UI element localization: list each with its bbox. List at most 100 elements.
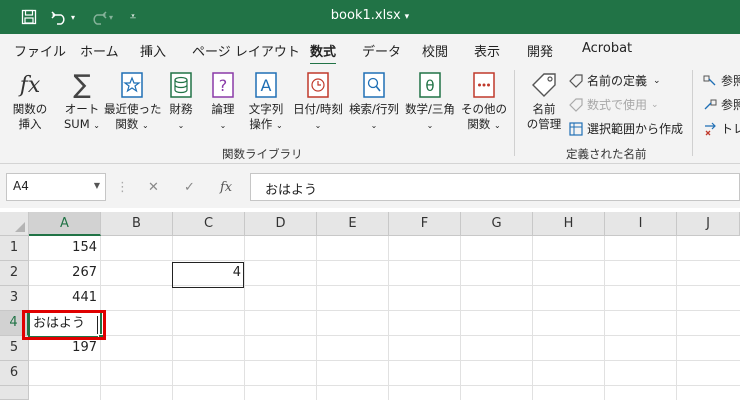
column-header-d[interactable]: D [245,212,317,236]
cell-c2[interactable]: 4 [173,261,245,286]
create-from-selection-button[interactable]: 選択範囲から作成 [568,120,683,137]
chevron-down-icon: ⌄ [219,121,227,130]
tab-review[interactable]: 校閲 [422,41,448,60]
defined-names-group-label: 定義された名前 [566,147,647,161]
file-name: book1.xlsx [330,8,401,23]
ribbon: fx 関数の 挿入 ∑ オート SUM ⌄ 最近使った 関数 ⌄ 財務 ⌄ ? 論理 ⌄ … [0,64,740,164]
lookup-reference-button[interactable]: 検索/行列 ⌄ [346,70,402,142]
chevron-down-icon: ⌄ [141,121,149,130]
tab-acrobat[interactable]: Acrobat [582,41,632,56]
row-header-7[interactable] [0,386,29,400]
select-all-corner[interactable] [0,212,29,236]
recently-used-button[interactable]: 最近使った 関数 ⌄ [104,70,162,142]
highlight-box [22,310,106,340]
name-box[interactable]: A4 ▼ [6,173,106,201]
trace-precedents-label: 参照 [721,74,740,88]
trace-dependents-button[interactable]: 参照 [702,96,740,113]
label-line1: 財務 [169,102,193,116]
svg-text:?: ? [219,76,228,95]
group-separator [514,70,515,156]
column-header-c[interactable]: C [173,212,245,236]
gridline [29,360,740,361]
tab-data[interactable]: データ [362,41,401,60]
tab-developer[interactable]: 開発 [527,41,553,60]
title-bar: ▾ ▾ ⩡ book1.xlsx ▾ [0,0,740,34]
question-book-icon: ? [208,70,238,100]
more-functions-button[interactable]: その他の 関数 ⌄ [458,70,510,142]
remove-arrows-button[interactable]: トレ [702,120,740,137]
trace-precedents-button[interactable]: 参照 [702,72,740,89]
enter-icon[interactable]: ✓ [184,180,195,195]
tab-insert[interactable]: 挿入 [140,41,166,60]
use-in-formula-button[interactable]: 数式で使用 ⌄ [568,96,659,113]
label-line2: 関数 [115,117,139,131]
column-header-b[interactable]: B [101,212,173,236]
column-header-j[interactable]: J [677,212,740,236]
insert-function-fx-icon[interactable]: fx [220,180,232,195]
search-book-icon [359,70,389,100]
chevron-down-icon[interactable]: ▾ [405,12,410,22]
more-book-icon [469,70,499,100]
use-in-formula-label: 数式で使用 [587,98,648,112]
column-header-i[interactable]: I [605,212,677,236]
name-tag-icon [529,70,559,100]
cell-a3[interactable]: 441 [29,286,101,311]
name-box-value: A4 [13,179,29,193]
insert-function-button[interactable]: fx 関数の 挿入 [4,70,56,142]
cell-a1[interactable]: 154 [29,236,101,261]
label-line1: 数学/三角 [405,102,455,116]
name-manager-button[interactable]: 名前 の管理 [520,70,568,142]
window-title: book1.xlsx ▾ [0,8,740,23]
column-header-e[interactable]: E [317,212,389,236]
column-header-f[interactable]: F [389,212,461,236]
clock-book-icon [303,70,333,100]
cancel-icon[interactable]: ✕ [148,180,159,195]
tab-formulas[interactable]: 数式 [310,41,337,66]
chevron-down-icon: ⌄ [275,121,283,130]
column-header-g[interactable]: G [461,212,533,236]
tab-view[interactable]: 表示 [474,41,500,60]
math-trig-button[interactable]: θ 数学/三角 ⌄ [402,70,458,142]
financial-button[interactable]: 財務 ⌄ [158,70,204,142]
formula-input[interactable]: おはよう [250,173,740,201]
fx-icon: fx [19,72,41,98]
column-header-a[interactable]: A [29,212,101,236]
label-line1: 関数の [12,102,48,116]
remove-arrows-label: トレ [721,122,740,136]
chevron-down-icon: ⌄ [653,75,661,86]
define-name-button[interactable]: 名前の定義 ⌄ [568,72,661,89]
tab-page-layout[interactable]: ページ レイアウト [192,41,300,60]
label-line1: 最近使った [104,102,162,116]
tab-file[interactable]: ファイル [14,41,66,60]
row-header-2[interactable]: 2 [0,261,29,286]
label-line2: SUM [64,117,90,131]
gridline [29,310,740,311]
column-header-h[interactable]: H [533,212,605,236]
function-library-group-label: 関数ライブラリ [222,147,303,161]
autosum-button[interactable]: ∑ オート SUM ⌄ [56,70,108,142]
chevron-down-icon: ⌄ [177,121,185,130]
svg-text:θ: θ [425,77,434,95]
group-separator [692,70,693,156]
formula-bar: A4 ▼ ⋮ ✕ ✓ fx おはよう [0,164,740,208]
text-functions-button[interactable]: A 文字列 操作 ⌄ [240,70,292,142]
cell-a2[interactable]: 267 [29,261,101,286]
coins-book-icon [166,70,196,100]
row-header-3[interactable]: 3 [0,286,29,311]
label-line2: の管理 [526,117,562,131]
gridline [29,385,740,386]
label-line1: 日付/時刻 [293,102,343,116]
chevron-down-icon: ⌄ [426,121,434,130]
label-line2: 挿入 [18,117,42,131]
label-line1: 名前 [532,102,556,116]
row-header-1[interactable]: 1 [0,236,29,261]
trace-precedents-icon [702,73,718,89]
date-time-button[interactable]: 日付/時刻 ⌄ [290,70,346,142]
tab-home[interactable]: ホーム [80,41,119,60]
formula-tag-icon [568,97,584,113]
trace-dependents-icon [702,97,718,113]
label-line2: 操作 [249,117,273,131]
chevron-down-icon[interactable]: ▼ [94,181,100,190]
row-header-6[interactable]: 6 [0,361,29,386]
ribbon-tabs: ファイル ホーム 挿入 ページ レイアウト 数式 データ 校閲 表示 開発 Ac… [0,34,740,66]
